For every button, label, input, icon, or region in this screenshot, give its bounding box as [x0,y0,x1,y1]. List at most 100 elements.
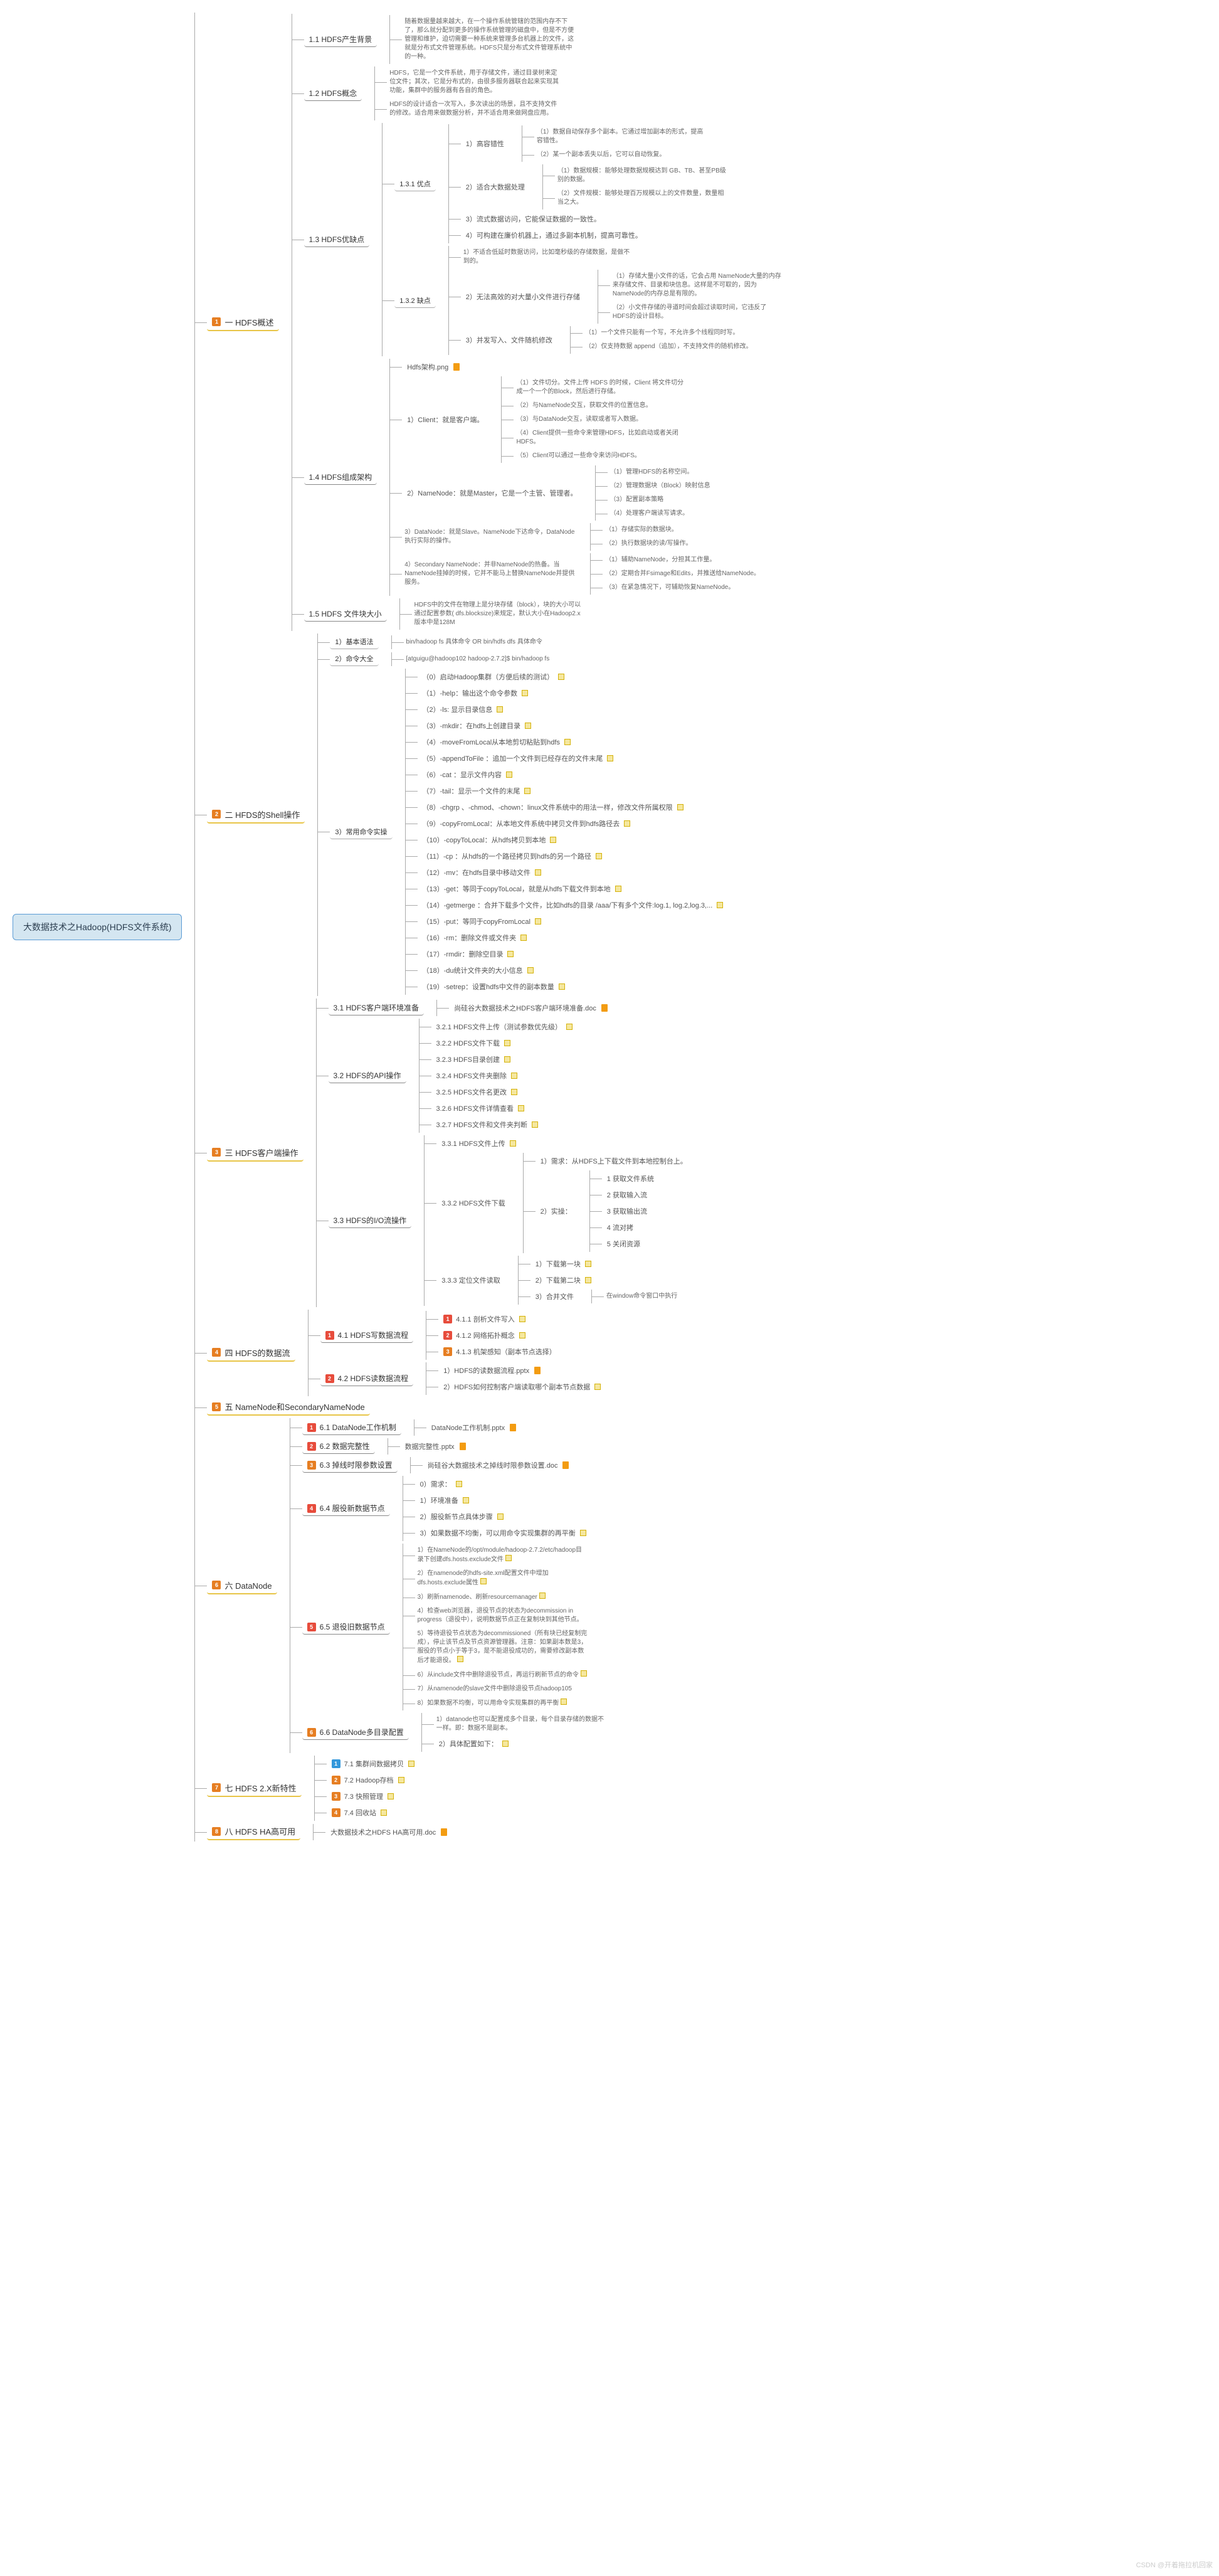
cmd-item[interactable]: （0）启动Hadoop集群（方便后续的测试） [418,670,570,684]
root-node[interactable]: 大数据技术之Hadoop(HDFS文件系统) [13,914,182,940]
cmd-item[interactable]: （5）-appendToFile ：追加一个文件到已经存在的文件末尾 [418,751,619,765]
cmd-item[interactable]: （7）-tail：显示一个文件的末尾 [418,784,536,798]
leaf[interactable]: 24.1.2 网络拓扑概念 [438,1328,530,1342]
leaf[interactable]: 3.2.1 HDFS文件上传（测试参数优先级） [431,1020,578,1034]
leaf[interactable]: 3.3.1 HDFS文件上传 [436,1137,520,1150]
node-1-3[interactable]: 1.3 HDFS优缺点 [304,232,370,247]
cmd-item[interactable]: （19）-setrep：设置hdfs中文件的副本数量 [418,980,570,994]
leaf[interactable]: 1）高容错性 [461,137,509,151]
leaf[interactable]: 2）实操： [536,1204,577,1218]
leaf[interactable]: 47.4 回收站 [327,1806,392,1820]
node-1-4[interactable]: 1.4 HDFS组成架构 [304,470,377,485]
section-1[interactable]: 1一 HDFS概述 [207,314,278,331]
leaf[interactable]: 2）适合大数据处理 [461,180,530,194]
leaf[interactable]: 1）Client：就是客户端。 [402,413,488,427]
file-link[interactable]: 数据完整性.pptx [400,1439,471,1453]
section-6[interactable]: 6六 DataNode [207,1577,277,1594]
node-4-1[interactable]: 14.1 HDFS写数据流程 [320,1328,414,1343]
cmd-item[interactable]: （9）-copyFromLocal：从本地文件系统中拷贝文件到hdfs路径去 [418,817,636,830]
node-6-5[interactable]: 56.5 退役旧数据节点 [302,1619,390,1635]
section-2[interactable]: 2二 HFDS的Shell操作 [207,807,305,824]
node-1-5[interactable]: 1.5 HDFS 文件块大小 [304,607,387,622]
leaf[interactable]: 1）环境准备 [415,1493,474,1507]
cmd-item[interactable]: （13）-get：等同于copyToLocal，就是从hdfs下载文件到本地 [418,882,626,896]
leaf[interactable]: 2）服役新节点具体步骤 [415,1510,509,1524]
leaf[interactable]: 37.3 快照管理 [327,1789,399,1803]
cmd-item[interactable]: （3）-mkdir：在hdfs上创建目录 [418,719,536,733]
section-3[interactable]: 3三 HDFS客户端操作 [207,1145,303,1162]
leaf[interactable]: 1）下载第一块 [530,1257,596,1271]
node-1-3-2[interactable]: 1.3.2 缺点 [394,294,436,308]
node-4-2[interactable]: 24.2 HDFS读数据流程 [320,1371,414,1386]
leaf[interactable]: 2）命令大全 [330,652,378,666]
node-6-3[interactable]: 36.3 掉线时限参数设置 [302,1458,398,1473]
leaf[interactable]: 4）Secondary NameNode：并非NameNode的热备。当Name… [402,559,578,588]
node-6-6[interactable]: 66.6 DataNode多目录配置 [302,1725,409,1740]
leaf[interactable]: 3.2.4 HDFS文件夹删除 [431,1069,522,1083]
leaf[interactable]: 17.1 集群间数据拷贝 [327,1757,420,1771]
leaf[interactable]: 3.2.6 HDFS文件详情查看 [431,1101,529,1115]
leaf[interactable]: 2）NameNode：就是Master，它是一个主管、管理者。 [402,486,582,500]
leaf[interactable]: 2）下载第二块 [530,1273,596,1287]
node-6-1[interactable]: 16.1 DataNode工作机制 [302,1420,401,1435]
leaf[interactable]: 1）datanode也可以配置成多个目录，每个目录存储的数据不一样。即：数据不是… [434,1714,610,1734]
file-link[interactable]: 大数据技术之HDFS HA高可用.doc [325,1825,452,1839]
cmd-item[interactable]: （17）-rmdir：删除空目录 [418,947,519,961]
leaf[interactable]: 3）常用命令实操 [330,825,392,839]
file-link[interactable]: 1）HDFS的读数据流程.pptx [438,1364,546,1377]
leaf[interactable]: 3）合并文件 [530,1290,579,1303]
node-1-1[interactable]: 1.1 HDFS产生背景 [304,32,377,47]
file-link[interactable]: DataNode工作机制.pptx [426,1421,521,1434]
leaf[interactable]: 2）HDFS如何控制客户端读取哪个副本节点数据 [438,1380,606,1394]
leaf[interactable]: 27.2 Hadoop存档 [327,1773,409,1787]
cmd-item[interactable]: （2）-ls: 显示目录信息 [418,702,509,716]
cmd-item[interactable]: （8）-chgrp 、-chmod、-chown：linux文件系统中的用法一样… [418,800,689,814]
cmd-item[interactable]: （18）-du统计文件夹的大小信息 [418,963,539,977]
section-7[interactable]: 7七 HDFS 2.X新特性 [207,1780,301,1797]
node-3-3[interactable]: 3.3 HDFS的I/O流操作 [329,1213,412,1228]
leaf[interactable]: 3.3.2 HDFS文件下载 [436,1196,510,1210]
leaf[interactable]: 3）并发写入、文件随机修改 [461,333,557,347]
file-link[interactable]: Hdfs架构.png [402,360,465,374]
leaf[interactable]: 5）等待退役节点状态为decommissioned（所有块已经复制完成），停止该… [415,1628,591,1667]
node-1-2[interactable]: 1.2 HDFS概念 [304,86,362,101]
node-3-1[interactable]: 3.1 HDFS客户端环境准备 [329,1000,425,1015]
node-3-2[interactable]: 3.2 HDFS的API操作 [329,1068,406,1083]
leaf[interactable]: 4）检查web浏览器，退役节点的状态为decommission in progr… [415,1606,591,1626]
file-link[interactable]: 尚硅谷大数据技术之HDFS客户端环境准备.doc [449,1001,613,1015]
cmd-item[interactable]: （14）-getmerge ：合并下载多个文件，比如hdfs的目录 /aaa/下… [418,898,729,912]
leaf[interactable]: 14.1.1 剖析文件写入 [438,1312,530,1326]
node-6-4[interactable]: 46.4 服役新数据节点 [302,1501,390,1516]
cmd-item[interactable]: （16）-rm：删除文件或文件夹 [418,931,532,945]
leaf[interactable]: 3.2.7 HDFS文件和文件夹判断 [431,1118,543,1132]
cmd-item[interactable]: （11）-cp ：从hdfs的一个路径拷贝到hdfs的另一个路径 [418,849,607,863]
leaf[interactable]: 34.1.3 机架感知（副本节点选择） [438,1345,561,1359]
leaf[interactable]: 6）从include文件中删除退役节点，再运行刷新节点的命令 [415,1669,589,1681]
node-6-2[interactable]: 26.2 数据完整性 [302,1439,375,1454]
leaf[interactable]: 3.2.3 HDFS目录创建 [431,1052,515,1066]
leaf[interactable]: 4）可构建在廉价机器上，通过多副本机制，提高可靠性。 [461,228,647,242]
leaf[interactable]: 2）具体配置如下： [434,1737,514,1751]
leaf[interactable]: 1）在NameNode的/opt/module/hadoop-2.7.2/etc… [415,1545,591,1566]
leaf[interactable]: 3.3.3 定位文件读取 [436,1273,505,1287]
leaf[interactable]: 1）基本语法 [330,635,378,649]
leaf[interactable]: 1）需求：从HDFS上下载文件到本地控制台上。 [536,1154,692,1168]
leaf[interactable]: 0）需求： [415,1477,467,1491]
cmd-item[interactable]: （6）-cat ：显示文件内容 [418,768,518,782]
cmd-item[interactable]: （1）-help：输出这个命令参数 [418,686,534,700]
cmd-item[interactable]: （15）-put：等同于copyFromLocal [418,914,546,928]
leaf[interactable]: 2）无法高效的对大量小文件进行存储 [461,290,585,304]
leaf[interactable]: 3）DataNode：就是Slave。NameNode下达命令，DataNode… [402,527,578,547]
leaf[interactable]: 3）刷新namenode、刷新resourcemanager [415,1591,548,1603]
leaf[interactable]: 3.2.5 HDFS文件名更改 [431,1085,522,1099]
section-4[interactable]: 4四 HDFS的数据流 [207,1345,295,1362]
section-8[interactable]: 8八 HDFS HA高可用 [207,1823,300,1840]
cmd-item[interactable]: （4）-moveFromLocal从本地剪切粘贴到hdfs [418,735,576,749]
leaf[interactable]: 3.2.2 HDFS文件下载 [431,1036,515,1050]
leaf[interactable]: 8）如果数据不均衡，可以用命令实现集群的再平衡 [415,1697,570,1709]
cmd-item[interactable]: （10）-copyToLocal：从hdfs拷贝到本地 [418,833,562,847]
node-1-3-1[interactable]: 1.3.1 优点 [394,177,436,191]
file-link[interactable]: 尚硅谷大数据技术之掉线时限参数设置.doc [423,1458,574,1472]
section-5[interactable]: 5五 NameNode和SecondaryNameNode [207,1399,369,1416]
leaf[interactable]: 7）从namenode的slave文件中删除退役节点hadoop105 [415,1683,574,1695]
